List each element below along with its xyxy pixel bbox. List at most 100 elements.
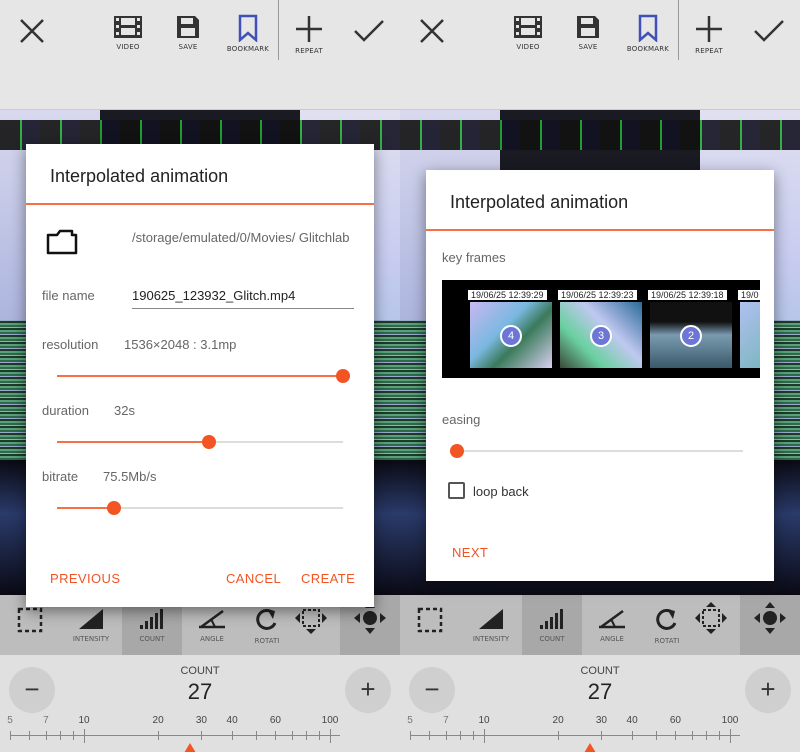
create-button[interactable]: CREATE — [301, 571, 355, 586]
key-frames-strip[interactable]: 19/06/25 12:39:29 4 19/06/25 12:39:23 3 … — [442, 280, 760, 378]
folder-icon[interactable] — [46, 229, 78, 255]
repeat-label: REPEAT — [695, 47, 723, 55]
count-control: − + COUNT 27 5 7 10 20 30 40 60 100 — [0, 655, 400, 752]
move-area-tool[interactable] — [690, 595, 732, 655]
loop-back-checkbox[interactable] — [448, 482, 465, 499]
move-icon — [754, 602, 786, 634]
count-title: COUNT — [180, 665, 220, 677]
intensity-label: INTENSITY — [472, 635, 510, 643]
scale-tick-label: 40 — [226, 715, 238, 726]
resolution-label: resolution — [42, 337, 99, 352]
resolution-slider[interactable] — [57, 369, 350, 383]
scale-tick-label: 10 — [478, 715, 490, 726]
slider-thumb[interactable] — [201, 435, 216, 449]
log-scale[interactable]: 5 7 10 20 30 40 60 100 — [407, 715, 750, 752]
scale-tick — [429, 731, 431, 740]
scale-tick-label: 20 — [552, 715, 564, 726]
scale-tick — [460, 731, 462, 740]
duration-slider[interactable] — [57, 435, 343, 449]
move-tool[interactable] — [740, 595, 800, 655]
frame-timestamp: 19/0 — [738, 290, 760, 300]
count-label: COUNT — [539, 635, 565, 643]
cancel-button[interactable]: CANCEL — [226, 571, 281, 586]
file-name-label: file name — [42, 288, 95, 303]
scale-tick-label: 5 — [407, 715, 413, 726]
next-button[interactable]: NEXT — [452, 545, 488, 560]
save-button[interactable]: SAVE — [556, 14, 620, 51]
angle-tool[interactable]: ANGLE — [582, 595, 642, 655]
floppy-disk-icon — [177, 16, 199, 38]
previous-button[interactable]: PREVIOUS — [50, 571, 120, 586]
tool-bar: INTENSITY COUNT ANGLE ROTATI — [400, 595, 800, 655]
angle-icon — [199, 609, 225, 629]
scale-tick-label: 7 — [43, 715, 49, 726]
slider-thumb[interactable] — [107, 501, 122, 515]
output-path[interactable]: /storage/emulated/0/Movies/ Glitchlab — [132, 230, 352, 246]
save-label: SAVE — [178, 43, 198, 51]
rotate-label: ROTATI — [254, 637, 280, 645]
scale-pointer[interactable] — [184, 743, 197, 752]
close-button[interactable] — [400, 16, 464, 46]
scale-tick — [691, 731, 693, 740]
video-label: VIDEO — [116, 43, 140, 51]
video-button[interactable]: VIDEO — [496, 14, 560, 51]
file-name-input[interactable]: 190625_123932_Glitch.mp4 — [132, 288, 354, 309]
duration-label: duration — [42, 403, 89, 418]
key-frame[interactable]: 19/06/25 12:39:29 4 — [468, 290, 556, 368]
video-label: VIDEO — [516, 43, 540, 51]
bitrate-label: bitrate — [42, 469, 79, 484]
video-button[interactable]: VIDEO — [96, 14, 160, 51]
repeat-label: REPEAT — [295, 47, 323, 55]
key-frame[interactable]: 19/06/25 12:39:23 3 — [558, 290, 646, 368]
scale-tick-label: 100 — [721, 715, 739, 726]
scale-tick — [718, 731, 720, 740]
repeat-button[interactable]: REPEAT — [277, 14, 341, 55]
scale-tick — [330, 729, 331, 743]
scale-tick — [730, 729, 731, 743]
count-value: 27 — [187, 679, 213, 704]
intensity-label: INTENSITY — [72, 635, 110, 643]
frame-thumbnail — [740, 302, 760, 368]
scale-tick — [232, 731, 234, 740]
bitrate-slider[interactable] — [57, 501, 343, 515]
bitrate-value: 75.5Mb/s — [103, 469, 157, 484]
easing-label: easing — [442, 412, 481, 427]
bookmark-icon — [238, 14, 258, 42]
slider-thumb[interactable] — [336, 369, 350, 383]
selection-icon — [17, 607, 43, 633]
intensity-tool[interactable]: INTENSITY — [460, 595, 522, 655]
rotate-tool[interactable]: ROTATI — [642, 595, 692, 655]
key-frame[interactable]: 19/0 — [738, 290, 760, 368]
scale-tick-label: 30 — [195, 715, 207, 726]
scale-tick — [158, 731, 160, 740]
save-button[interactable]: SAVE — [156, 14, 220, 51]
log-scale[interactable]: 5 7 10 20 30 40 60 100 — [7, 715, 350, 752]
resolution-value: 1536×2048 : 3.1mp — [124, 337, 237, 352]
film-icon — [514, 16, 542, 38]
bookmark-button[interactable]: BOOKMARK — [216, 14, 280, 53]
select-tool[interactable] — [400, 595, 460, 655]
count-tool[interactable]: COUNT — [522, 595, 582, 655]
scale-tick-label: 100 — [321, 715, 339, 726]
scale-tick — [84, 729, 86, 743]
scale-tick — [306, 731, 308, 740]
repeat-button[interactable]: REPEAT — [677, 14, 741, 55]
close-button[interactable] — [0, 16, 64, 46]
check-icon — [354, 20, 384, 42]
slider-thumb[interactable] — [450, 444, 464, 458]
key-frame[interactable]: 19/06/25 12:39:18 2 — [648, 290, 736, 368]
confirm-button[interactable] — [337, 18, 400, 44]
rotate-label: ROTATI — [654, 637, 680, 645]
film-icon — [114, 16, 142, 38]
confirm-button[interactable] — [737, 18, 800, 44]
bookmark-button[interactable]: BOOKMARK — [616, 14, 680, 53]
scale-tick — [484, 729, 486, 743]
duration-value: 32s — [114, 403, 135, 418]
scale-tick — [201, 731, 203, 740]
rotate-icon — [256, 608, 277, 630]
scale-pointer[interactable] — [584, 743, 597, 752]
selection-icon — [417, 607, 443, 633]
bookmark-label: BOOKMARK — [626, 45, 670, 53]
loop-back-label[interactable]: loop back — [473, 484, 529, 499]
easing-slider[interactable] — [450, 444, 743, 458]
